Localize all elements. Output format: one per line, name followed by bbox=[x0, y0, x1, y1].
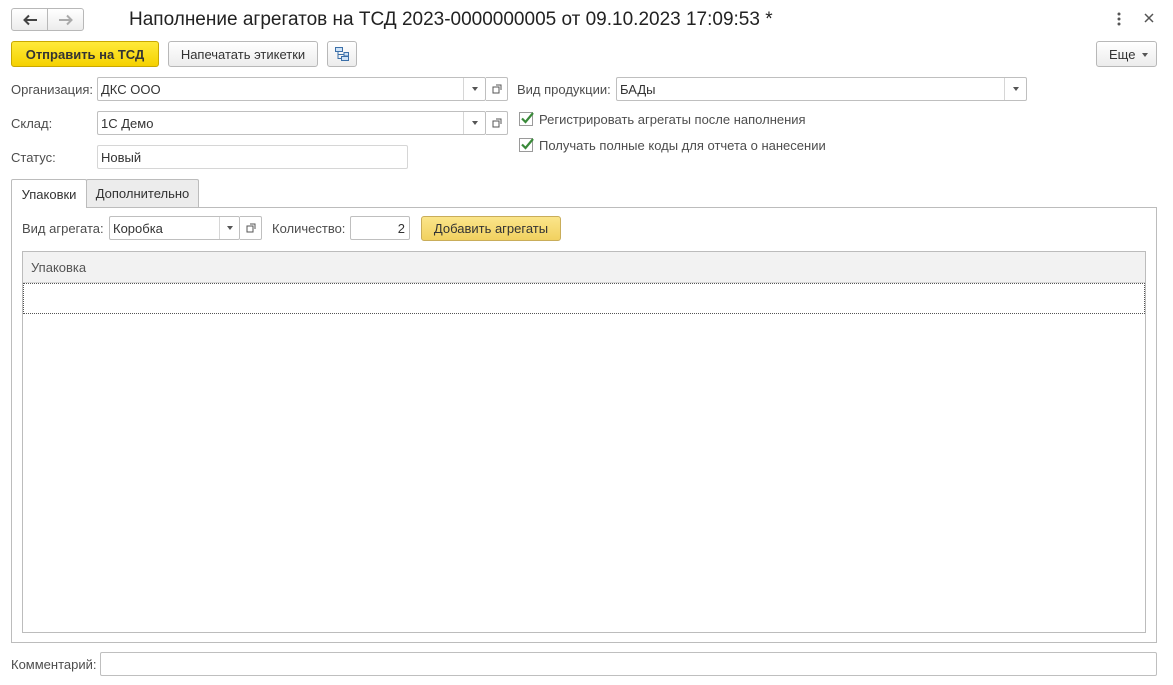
tab-packages[interactable]: Упаковки bbox=[11, 179, 87, 208]
open-icon bbox=[492, 84, 501, 94]
organization-open-button[interactable] bbox=[486, 77, 508, 101]
send-to-tsd-button[interactable]: Отправить на ТСД bbox=[11, 41, 159, 67]
forward-button[interactable] bbox=[47, 8, 84, 31]
add-aggregates-button[interactable]: Добавить агрегаты bbox=[421, 216, 561, 241]
warehouse-open-button[interactable] bbox=[486, 111, 508, 135]
structure-button[interactable] bbox=[327, 41, 357, 67]
warehouse-dropdown-button[interactable] bbox=[463, 112, 485, 134]
status-field: Новый bbox=[97, 145, 408, 169]
arrow-right-icon bbox=[58, 14, 73, 25]
open-icon bbox=[492, 118, 501, 128]
more-button[interactable]: Еще bbox=[1096, 41, 1157, 67]
aggregate-type-label: Вид агрегата: bbox=[22, 221, 104, 236]
packages-table[interactable]: Упаковка bbox=[22, 251, 1146, 633]
register-checkbox[interactable] bbox=[519, 112, 534, 126]
aggregate-type-open-button[interactable] bbox=[240, 216, 262, 240]
product-type-field[interactable]: БАДы bbox=[616, 77, 1027, 101]
warehouse-field[interactable]: 1С Демо bbox=[97, 111, 486, 135]
tab-additional[interactable]: Дополнительно bbox=[86, 179, 199, 207]
open-icon bbox=[246, 223, 255, 233]
register-label[interactable]: Регистрировать агрегаты после наполнения bbox=[539, 112, 806, 127]
aggregate-type-field[interactable]: Коробка bbox=[109, 216, 240, 240]
full-codes-checkbox[interactable] bbox=[519, 138, 534, 152]
status-label: Статус: bbox=[11, 150, 56, 165]
organization-dropdown-button[interactable] bbox=[463, 78, 485, 100]
product-type-label: Вид продукции: bbox=[517, 82, 611, 97]
quantity-label: Количество: bbox=[272, 221, 346, 236]
more-label: Еще bbox=[1109, 46, 1136, 62]
table-row[interactable] bbox=[23, 283, 1145, 314]
chevron-down-icon bbox=[471, 121, 478, 125]
back-button[interactable] bbox=[11, 8, 48, 31]
checkmark-icon bbox=[521, 138, 534, 150]
arrow-left-icon bbox=[22, 14, 37, 25]
comment-field[interactable] bbox=[100, 652, 1157, 676]
warehouse-value: 1С Демо bbox=[101, 115, 154, 131]
print-labels-button[interactable]: Напечатать этикетки bbox=[168, 41, 318, 67]
quantity-value: 2 bbox=[397, 220, 405, 236]
aggregate-type-value: Коробка bbox=[113, 220, 163, 236]
product-type-value: БАДы bbox=[620, 81, 656, 97]
organization-value: ДКС ООО bbox=[101, 81, 161, 97]
organization-field[interactable]: ДКС ООО bbox=[97, 77, 486, 101]
warehouse-label: Склад: bbox=[11, 116, 53, 131]
column-header-package[interactable]: Упаковка bbox=[31, 260, 86, 275]
organization-label: Организация: bbox=[11, 82, 94, 97]
status-value: Новый bbox=[101, 149, 142, 165]
chevron-down-icon bbox=[1012, 87, 1019, 91]
close-icon[interactable] bbox=[1143, 12, 1155, 24]
checkmark-icon bbox=[521, 112, 534, 124]
comment-label: Комментарий: bbox=[11, 657, 97, 672]
table-header: Упаковка bbox=[23, 252, 1145, 283]
vertical-dots-icon[interactable] bbox=[1113, 11, 1125, 27]
page-title: Наполнение агрегатов на ТСД 2023-0000000… bbox=[129, 9, 773, 30]
chevron-down-icon bbox=[471, 87, 478, 91]
structure-icon bbox=[335, 47, 349, 61]
chevron-down-icon bbox=[1142, 53, 1148, 57]
full-codes-label[interactable]: Получать полные коды для отчета о нанесе… bbox=[539, 138, 826, 153]
quantity-field[interactable]: 2 bbox=[350, 216, 410, 240]
aggregate-type-dropdown-button[interactable] bbox=[219, 217, 239, 239]
product-type-dropdown-button[interactable] bbox=[1004, 78, 1026, 100]
chevron-down-icon bbox=[226, 226, 233, 230]
